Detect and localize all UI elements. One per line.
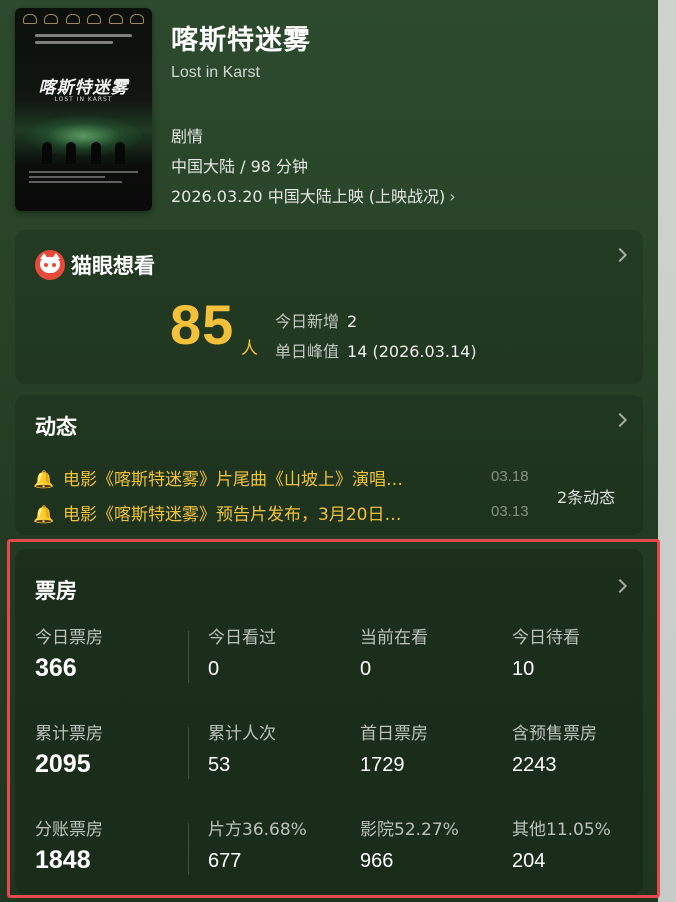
poster-subtitle: LOST IN KARST [54,96,113,103]
want-to-see-card[interactable]: 猫眼想看 85 人 今日新增 2 单日峰值 14 (2026.03.14) [15,230,643,384]
stat-value: 1729 [360,754,405,776]
stat-split-box-office: 分账票房 1848 [35,815,175,875]
stat-value: 366 [35,654,77,682]
news-item[interactable]: 🔔 电影《喀斯特迷雾》预告片发布，3月20日… [33,500,401,525]
news-title: 动态 [35,415,77,439]
stat-today-box-office: 今日票房 366 [35,623,175,683]
news-item[interactable]: 🔔 电影《喀斯特迷雾》片尾曲《山坡上》演唱… [33,465,403,490]
bell-icon: 🔔 [33,470,55,490]
stat-label: 今日票房 [35,628,103,648]
movie-header: 喀斯特迷雾 LOST IN KARST 喀斯特迷雾 Lost in Karst … [15,8,655,214]
news-item-date: 03.13 [491,503,529,520]
stat-label: 累计票房 [35,724,103,744]
movie-genre: 剧情 [171,127,204,146]
want-to-see-count: 85 [170,293,235,356]
stat-total-admissions: 累计人次 53 [208,719,348,777]
daily-peak-label: 单日峰值 [275,342,340,361]
movie-poster[interactable]: 喀斯特迷雾 LOST IN KARST [15,8,152,211]
daily-peak-stat: 单日峰值 14 (2026.03.14) [275,338,477,362]
stat-value: 0 [360,658,372,680]
stat-value: 1848 [35,846,91,874]
news-card[interactable]: 动态 🔔 电影《喀斯特迷雾》片尾曲《山坡上》演唱… 03.18 🔔 电影《喀斯特迷雾… [15,395,643,535]
stat-label: 片方36.68% [208,820,307,840]
news-item-date: 03.18 [491,468,529,485]
poster-tagline [35,30,132,52]
release-text: 2026.03.20 中国大陆上映 (上映战况) [171,187,446,206]
want-to-see-unit: 人 [241,339,258,359]
stat-value: 2095 [35,750,91,778]
chevron-right-icon: › [449,187,456,206]
stat-value: 677 [208,850,242,872]
chevron-right-icon[interactable] [612,247,628,263]
chevron-right-icon[interactable] [612,578,628,594]
stat-cinema-share: 影院52.27% 966 [360,815,500,873]
maoyan-cat-icon [35,250,65,280]
today-new-label: 今日新增 [275,312,340,331]
divider [188,727,189,779]
stat-other-share: 其他11.05% 204 [512,815,652,873]
festival-laurels [23,14,144,26]
today-new-value: 2 [347,312,358,331]
box-office-card[interactable]: 票房 今日票房 366 今日看过 0 当前在看 0 今日待看 10 累计票房 2… [15,549,643,894]
box-office-title: 票房 [35,579,77,603]
stat-label: 其他11.05% [512,820,611,840]
stat-today-pending: 今日待看 10 [512,623,652,681]
stat-value: 0 [208,658,220,680]
stat-now-watching: 当前在看 0 [360,623,500,681]
today-new-stat: 今日新增 2 [275,308,357,332]
stat-producer-share: 片方36.68% 677 [208,815,348,873]
divider [188,823,189,875]
stat-label: 今日待看 [512,628,580,648]
divider [188,631,189,683]
movie-region-duration: 中国大陆 / 98 分钟 [171,157,309,176]
want-to-see-title: 猫眼想看 [71,254,155,278]
news-item-text: 电影《喀斯特迷雾》片尾曲《山坡上》演唱… [63,470,403,490]
stat-value: 2243 [512,754,557,776]
stat-presale-box-office: 含预售票房 2243 [512,719,652,777]
stat-today-watched: 今日看过 0 [208,623,348,681]
news-count[interactable]: 2条动态 [557,484,615,508]
news-item-text: 电影《喀斯特迷雾》预告片发布，3月20日… [63,505,402,525]
movie-title: 喀斯特迷雾 [171,25,311,56]
stat-label: 累计人次 [208,724,276,744]
stat-label: 当前在看 [360,628,428,648]
stat-value: 966 [360,850,394,872]
stat-value: 53 [208,754,231,776]
stat-first-day-box-office: 首日票房 1729 [360,719,500,777]
poster-credits [29,168,138,186]
stat-label: 分账票房 [35,820,103,840]
side-scrollbar-area [658,0,676,902]
daily-peak-value: 14 (2026.03.14) [347,342,477,361]
stat-label: 影院52.27% [360,820,459,840]
chevron-right-icon[interactable] [612,412,628,428]
poster-title: 喀斯特迷雾 [38,78,129,98]
stat-value: 10 [512,658,535,680]
stat-total-box-office: 累计票房 2095 [35,719,175,779]
stat-value: 204 [512,850,546,872]
stat-label: 今日看过 [208,628,276,648]
bell-icon: 🔔 [33,505,55,525]
stat-label: 含预售票房 [512,724,597,744]
movie-subtitle: Lost in Karst [171,64,260,81]
stat-label: 首日票房 [360,724,428,744]
release-info-link[interactable]: 2026.03.20 中国大陆上映 (上映战况) › [171,183,456,207]
poster-figures [35,134,132,164]
